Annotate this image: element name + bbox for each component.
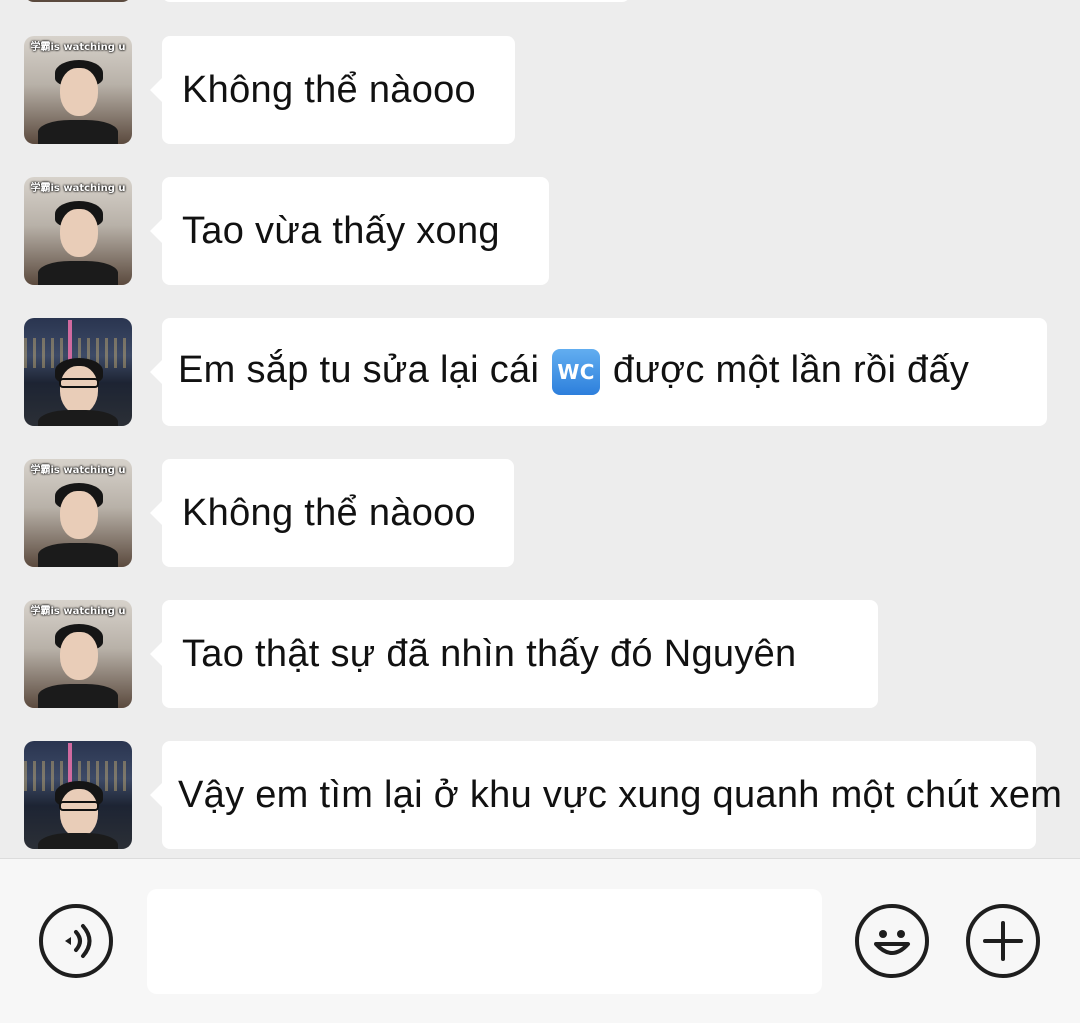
avatar-shirt — [38, 120, 118, 144]
friend-avatar[interactable]: 学霸is watching u — [24, 600, 132, 708]
avatar-tower — [68, 320, 72, 360]
avatar-caption: 学霸is watching u — [30, 42, 126, 53]
avatar-tower — [68, 743, 72, 783]
avatar-face — [60, 789, 98, 837]
avatar-face — [60, 632, 98, 680]
message-row: 学霸is watching u Không thể nàooo — [0, 36, 1080, 144]
wc-emoji-icon: WC — [552, 349, 601, 395]
message-text: Em sắp tu sửa lại cái WC được một lần rồ… — [178, 349, 969, 395]
avatar-caption: 学霸is watching u — [30, 183, 126, 194]
partial-message-above — [0, 0, 1080, 2]
avatar-shirt — [38, 410, 118, 426]
avatar-face — [60, 491, 98, 539]
message-text: Không thể nàooo — [182, 68, 476, 111]
message-text: Không thể nàooo — [182, 491, 476, 534]
message-bubble[interactable]: Tao thật sự đã nhìn thấy đó Nguyên — [150, 600, 878, 708]
message-bubble[interactable]: Vậy em tìm lại ở khu vực xung quanh một … — [150, 741, 1062, 849]
my-avatar[interactable] — [24, 741, 132, 849]
avatar-shirt — [38, 261, 118, 285]
message-text-part: được một lần rồi đấy — [602, 349, 970, 392]
avatar-caption: 学霸is watching u — [30, 606, 126, 617]
avatar — [24, 0, 132, 2]
message-text: Vậy em tìm lại ở khu vực xung quanh một … — [178, 773, 1063, 816]
friend-avatar[interactable]: 学霸is watching u — [24, 459, 132, 567]
my-avatar[interactable] — [24, 318, 132, 426]
avatar-shirt — [38, 543, 118, 567]
message-bubble[interactable]: Không thể nàooo — [150, 36, 515, 144]
avatar-shirt — [38, 833, 118, 849]
message-bubble[interactable]: Tao vừa thấy xong — [150, 177, 549, 285]
message-row: Em sắp tu sửa lại cái WC được một lần rồ… — [0, 318, 1080, 426]
chat-history[interactable]: 学霸is watching u Không thể nàooo 学霸is wat… — [0, 0, 1080, 858]
message-text-part: Em sắp tu sửa lại cái — [178, 349, 551, 392]
smiley-icon — [874, 930, 910, 955]
message-row: 学霸is watching u Tao thật sự đã nhìn thấy… — [0, 600, 1080, 708]
input-bar — [0, 858, 1080, 1023]
message-row: Vậy em tìm lại ở khu vực xung quanh một … — [0, 741, 1080, 849]
message-input[interactable] — [147, 889, 822, 994]
message-bubble[interactable]: Không thể nàooo — [150, 459, 514, 567]
message-text: Tao thật sự đã nhìn thấy đó Nguyên — [182, 632, 797, 675]
message-text: Tao vừa thấy xong — [182, 209, 500, 252]
plus-button[interactable] — [966, 904, 1040, 978]
voice-button[interactable] — [39, 904, 113, 978]
friend-avatar[interactable]: 学霸is watching u — [24, 36, 132, 144]
avatar-face — [60, 209, 98, 257]
voice-icon — [65, 924, 92, 958]
avatar-shirt — [38, 684, 118, 708]
emoji-button[interactable] — [855, 904, 929, 978]
message-bubble[interactable]: Em sắp tu sửa lại cái WC được một lần rồ… — [150, 318, 1047, 426]
avatar-glasses — [59, 378, 99, 388]
plus-icon — [983, 921, 1023, 961]
message-row: 学霸is watching u Tao vừa thấy xong — [0, 177, 1080, 285]
avatar-face — [60, 366, 98, 414]
message-row: 学霸is watching u Không thể nàooo — [0, 459, 1080, 567]
avatar-caption: 学霸is watching u — [30, 465, 126, 476]
avatar-face — [60, 68, 98, 116]
friend-avatar[interactable]: 学霸is watching u — [24, 177, 132, 285]
message-bubble — [162, 0, 630, 2]
avatar-glasses — [59, 801, 99, 811]
